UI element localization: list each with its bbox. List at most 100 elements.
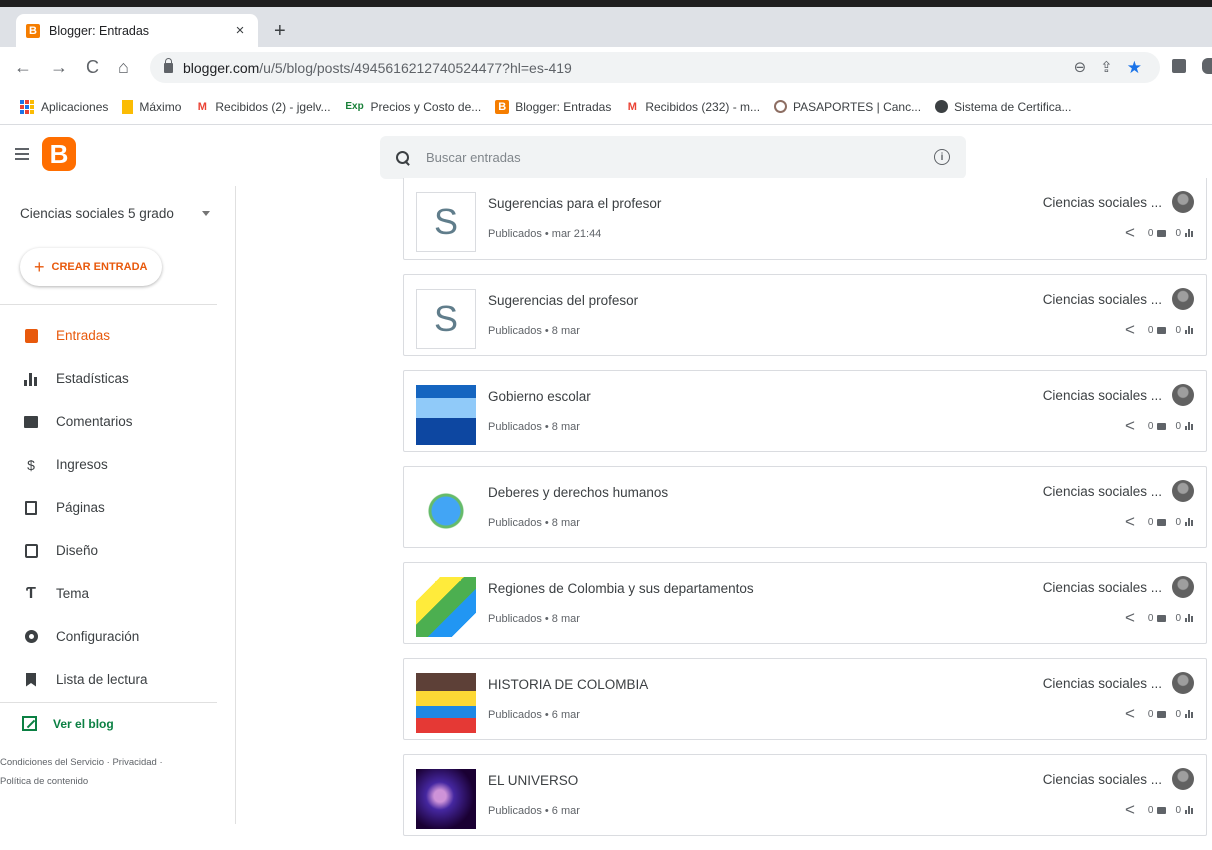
sidebar-item-paginas[interactable]: Páginas: [0, 486, 236, 529]
post-stats: < 0 0: [1125, 800, 1193, 820]
exp-icon: Exp: [345, 101, 364, 112]
footer-terms-link[interactable]: Condiciones del Servicio · Privacidad ·: [0, 753, 210, 772]
posts-icon: [22, 327, 40, 345]
comment-count: 0: [1148, 228, 1167, 239]
sidebar-item-configuracion[interactable]: Configuración: [0, 615, 236, 658]
share-icon[interactable]: <: [1125, 800, 1135, 820]
search-input[interactable]: [426, 150, 906, 165]
forward-arrow-icon[interactable]: →: [50, 57, 68, 77]
bookmark-gmail-2[interactable]: M Recibidos (232) - m...: [625, 100, 760, 114]
comment-count: 0: [1148, 613, 1167, 624]
blogger-favicon-icon: B: [26, 23, 40, 38]
comments-icon: [22, 413, 40, 431]
bookmark-maximo[interactable]: Máximo: [122, 99, 181, 114]
sidebar-item-ingresos[interactable]: $ Ingresos: [0, 443, 236, 486]
post-title[interactable]: EL UNIVERSO: [488, 773, 578, 788]
share-icon[interactable]: <: [1125, 608, 1135, 628]
post-row[interactable]: Deberes y derechos humanos Publicados • …: [403, 466, 1207, 548]
search-icon[interactable]: [396, 150, 410, 165]
view-blog-label: Ver el blog: [53, 716, 114, 731]
sidebar-item-entradas[interactable]: Entradas: [0, 314, 236, 357]
sidebar-item-label: Ingresos: [56, 457, 108, 472]
browser-tab[interactable]: B Blogger: Entradas ×: [16, 14, 258, 47]
profile-icon[interactable]: [1202, 58, 1212, 74]
post-status: Publicados • mar 21:44: [488, 228, 602, 240]
bookmark-blogger[interactable]: B Blogger: Entradas: [495, 99, 612, 114]
post-title[interactable]: Gobierno escolar: [488, 389, 591, 404]
share-icon[interactable]: <: [1125, 512, 1135, 532]
view-blog-link[interactable]: Ver el blog: [22, 716, 114, 731]
comment-icon: [1157, 614, 1167, 622]
post-thumbnail-image: [416, 769, 476, 829]
reload-icon[interactable]: C: [86, 57, 99, 77]
extension-icon[interactable]: [1172, 59, 1186, 73]
stats-icon: [1185, 614, 1193, 622]
gear-icon: [22, 628, 40, 646]
stats-icon: [1185, 806, 1193, 814]
post-stats: < 0 0: [1125, 416, 1193, 436]
comment-icon: [1157, 229, 1167, 237]
theme-icon: Ƭ: [26, 584, 36, 602]
globe-icon: [935, 100, 949, 113]
view-count: 0: [1175, 517, 1193, 528]
footer-links: Condiciones del Servicio · Privacidad · …: [0, 753, 210, 791]
sidebar-item-tema[interactable]: Ƭ Tema: [0, 572, 236, 615]
post-blog-name: Ciencias sociales ...: [1042, 772, 1162, 787]
avatar: [1172, 768, 1194, 790]
comment-count: 0: [1148, 325, 1167, 336]
back-arrow-icon[interactable]: ←: [14, 57, 32, 77]
post-title[interactable]: Sugerencias para el profesor: [488, 196, 661, 211]
bookmark-certifica[interactable]: Sistema de Certifica...: [935, 100, 1071, 114]
post-list: S Sugerencias para el profesor Publicado…: [403, 178, 1207, 850]
post-title[interactable]: Deberes y derechos humanos: [488, 485, 668, 500]
url-field[interactable]: blogger.com/u/5/blog/posts/4945616212740…: [150, 52, 1160, 83]
share-icon[interactable]: <: [1125, 320, 1135, 340]
bookmark-label: Blogger: Entradas: [515, 99, 612, 114]
post-title[interactable]: Regiones de Colombia y sus departamentos: [488, 581, 754, 596]
post-blog-name: Ciencias sociales ...: [1042, 388, 1162, 403]
bookmark-gmail-1[interactable]: M Recibidos (2) - jgelv...: [195, 100, 331, 114]
close-tab-icon[interactable]: ×: [232, 22, 248, 39]
share-icon[interactable]: <: [1125, 704, 1135, 724]
tab-strip: B Blogger: Entradas × +: [0, 7, 1212, 47]
stats-icon: [1185, 710, 1193, 718]
omnibox-actions: ⊖ ⇪ ★: [1074, 58, 1142, 78]
sidebar-item-lista-lectura[interactable]: Lista de lectura: [0, 658, 236, 701]
home-icon[interactable]: ⌂: [118, 57, 129, 77]
post-status: Publicados • 8 mar: [488, 613, 580, 625]
sidebar-item-comentarios[interactable]: Comentarios: [0, 400, 236, 443]
seal-icon: [774, 100, 788, 113]
blog-selector[interactable]: Ciencias sociales 5 grado: [20, 206, 210, 221]
footer-policy-link[interactable]: Política de contenido: [0, 772, 210, 791]
share-page-icon[interactable]: ⇪: [1100, 58, 1113, 78]
sidebar-item-diseno[interactable]: Diseño: [0, 529, 236, 572]
share-icon[interactable]: <: [1125, 416, 1135, 436]
bookmark-label: Aplicaciones: [41, 99, 109, 114]
post-blog-name: Ciencias sociales ...: [1042, 292, 1162, 307]
url-text: blogger.com/u/5/blog/posts/4945616212740…: [183, 60, 572, 76]
menu-icon[interactable]: [15, 148, 29, 160]
post-row[interactable]: S Sugerencias del profesor Publicados • …: [403, 274, 1207, 356]
bookmark-exp[interactable]: Exp Precios y Costo de...: [345, 100, 481, 114]
post-row[interactable]: Regiones de Colombia y sus departamentos…: [403, 562, 1207, 644]
blogger-logo[interactable]: B: [42, 137, 76, 171]
avatar: [1172, 191, 1194, 213]
post-status: Publicados • 8 mar: [488, 421, 580, 433]
avatar: [1172, 384, 1194, 406]
new-tab-button[interactable]: +: [274, 21, 286, 41]
pages-icon: [22, 499, 40, 517]
info-icon[interactable]: i: [934, 149, 950, 165]
post-row[interactable]: S Sugerencias para el profesor Publicado…: [403, 178, 1207, 260]
share-icon[interactable]: <: [1125, 223, 1135, 243]
bookmark-star-icon[interactable]: ★: [1127, 58, 1142, 78]
sidebar-item-estadisticas[interactable]: Estadísticas: [0, 357, 236, 400]
post-row[interactable]: Gobierno escolar Publicados • 8 mar Cien…: [403, 370, 1207, 452]
post-row[interactable]: HISTORIA DE COLOMBIA Publicados • 6 mar …: [403, 658, 1207, 740]
post-blog-name: Ciencias sociales ...: [1042, 484, 1162, 499]
bookmark-pasaportes[interactable]: PASAPORTES | Canc...: [774, 100, 921, 114]
post-title[interactable]: Sugerencias del profesor: [488, 293, 638, 308]
post-title[interactable]: HISTORIA DE COLOMBIA: [488, 677, 648, 692]
bookmark-apps[interactable]: Aplicaciones: [20, 99, 109, 114]
create-post-button[interactable]: + CREAR ENTRADA: [20, 248, 162, 286]
zoom-icon[interactable]: ⊖: [1074, 58, 1087, 78]
